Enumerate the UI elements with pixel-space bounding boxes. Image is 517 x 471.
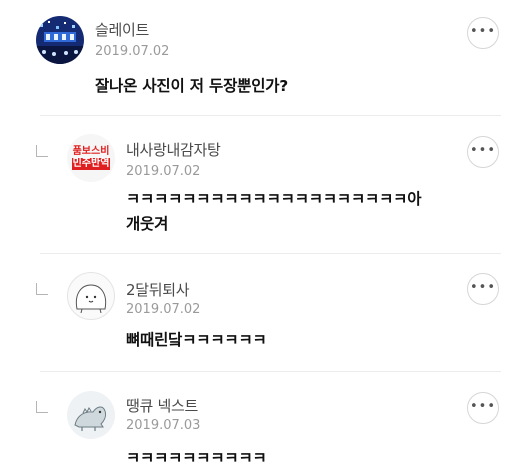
more-icon: •••	[469, 398, 496, 414]
comment-text: ㅋㅋㅋㅋㅋㅋㅋㅋㅋㅋ	[126, 449, 267, 467]
comment-author[interactable]: 슬레이트	[95, 19, 149, 40]
more-options-button[interactable]: •••	[467, 17, 499, 49]
comment-item: 품보스비 민주반역 내사랑내감자탕 2019.07.02 ㅋㅋㅋㅋㅋㅋㅋㅋㅋㅋㅋ…	[0, 116, 517, 252]
more-icon: •••	[469, 142, 496, 158]
avatar[interactable]	[67, 272, 115, 320]
avatar-text-line2: 민주반역	[71, 158, 111, 170]
comment-item: 슬레이트 2019.07.02 잘나온 사진이 저 두장뿐인가? •••	[0, 0, 517, 115]
comment-date: 2019.07.02	[126, 302, 201, 317]
comment-author[interactable]: 땡큐 넥스트	[126, 395, 198, 416]
comment-item: 땡큐 넥스트 2019.07.03 ㅋㅋㅋㅋㅋㅋㅋㅋㅋㅋ •••	[0, 372, 517, 467]
comment-text: ㅋㅋㅋㅋㅋㅋㅋㅋㅋㅋㅋㅋㅋㅋㅋㅋㅋㅋㅋㅋ아 개웃겨	[126, 187, 421, 237]
comment-text: 잘나온 사진이 저 두장뿐인가?	[95, 77, 289, 95]
more-icon: •••	[469, 23, 496, 39]
avatar-text-line1: 품보스비	[72, 146, 110, 157]
comment-date: 2019.07.03	[126, 418, 201, 433]
reply-arrow-icon	[36, 401, 48, 413]
avatar[interactable]	[36, 16, 84, 64]
avatar[interactable]	[67, 391, 115, 439]
more-options-button[interactable]: •••	[467, 273, 499, 305]
comment-date: 2019.07.02	[126, 164, 201, 179]
avatar[interactable]: 품보스비 민주반역	[67, 134, 115, 182]
more-options-button[interactable]: •••	[467, 136, 499, 168]
more-options-button[interactable]: •••	[467, 392, 499, 424]
dinosaur-icon	[74, 406, 106, 431]
comment-author[interactable]: 2달뒤퇴사	[126, 279, 190, 300]
concert-photo-icon	[36, 16, 84, 64]
reply-arrow-icon	[36, 283, 48, 295]
more-icon: •••	[469, 279, 496, 295]
blob-character-icon	[75, 284, 107, 314]
reply-arrow-icon	[36, 145, 48, 157]
comment-text-line: 개웃겨	[126, 215, 169, 233]
comment-text-line: ㅋㅋㅋㅋㅋㅋㅋㅋㅋㅋㅋㅋㅋㅋㅋㅋㅋㅋㅋㅋ아	[126, 190, 422, 208]
comment-text: 뼈때린닼ㅋㅋㅋㅋㅋㅋ	[126, 331, 267, 349]
comment-author[interactable]: 내사랑내감자탕	[126, 139, 221, 160]
comment-item: 2달뒤퇴사 2019.07.02 뼈때린닼ㅋㅋㅋㅋㅋㅋ •••	[0, 254, 517, 370]
comment-date: 2019.07.02	[95, 44, 170, 59]
